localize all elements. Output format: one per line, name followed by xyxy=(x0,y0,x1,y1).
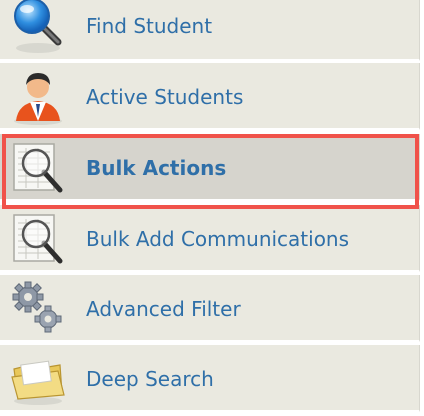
menu-item-label: Deep Search xyxy=(86,367,214,391)
menu-item-active-students[interactable]: Active Students xyxy=(0,63,420,130)
menu-item-bulk-add-communications[interactable]: Bulk Add Communications xyxy=(0,205,420,272)
menu-item-find-student[interactable]: Find Student xyxy=(0,0,420,61)
student-menu: Find Student Active Students Bulk Action… xyxy=(0,0,424,416)
menu-item-deep-search[interactable]: Deep Search xyxy=(0,345,420,412)
document-search-icon xyxy=(13,143,63,193)
folder-search-icon xyxy=(11,360,65,405)
menu-item-advanced-filter[interactable]: Advanced Filter xyxy=(0,275,420,342)
menu-item-label: Advanced Filter xyxy=(86,297,241,321)
menu-item-label: Bulk Add Communications xyxy=(86,227,350,251)
menu-item-label: Active Students xyxy=(86,85,244,109)
menu-item-label: Find Student xyxy=(86,14,213,38)
magnifier-icon xyxy=(14,0,62,53)
menu-item-label: Bulk Actions xyxy=(86,156,227,180)
gears-icon xyxy=(12,281,62,333)
menu-item-bulk-actions[interactable]: Bulk Actions xyxy=(0,134,420,201)
document-search-icon xyxy=(13,214,63,264)
person-icon xyxy=(14,73,62,125)
